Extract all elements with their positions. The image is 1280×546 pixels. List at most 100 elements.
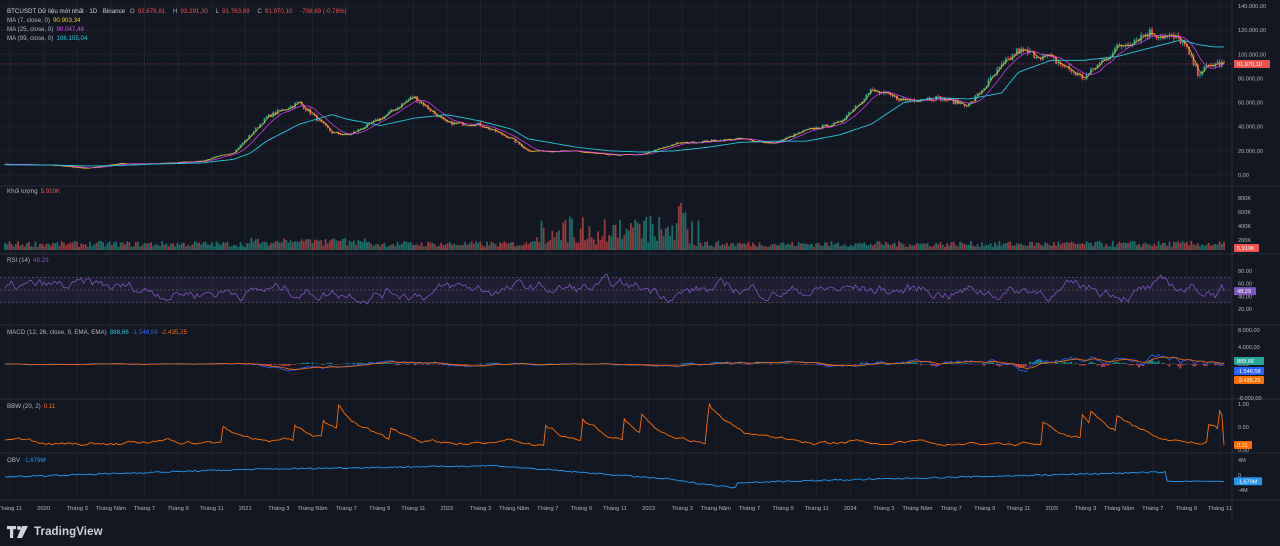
macd-histogram-bar	[1172, 363, 1175, 364]
macd-histogram-bar	[407, 364, 410, 365]
volume-bar	[503, 241, 506, 250]
ma99-legend[interactable]: MA (99, close, 0) 106.105,04	[7, 35, 90, 44]
candle-body	[915, 101, 918, 102]
bbw-legend[interactable]: BBW (20, 2) 0.11	[7, 403, 58, 412]
volume-bar	[930, 246, 933, 250]
volume-bar	[261, 242, 264, 250]
macd-histogram-bar	[403, 363, 405, 364]
volume-bar	[1076, 243, 1079, 250]
volume-bar	[1129, 241, 1132, 250]
candle-body	[937, 95, 940, 97]
volume-bar	[12, 246, 15, 250]
volume-bar	[551, 230, 554, 250]
volume-bar	[250, 237, 253, 250]
volume-bar	[520, 245, 523, 250]
ma7-legend[interactable]: MA (7, close, 0) 90.903,34	[7, 17, 84, 26]
volume-bar	[424, 246, 427, 250]
volume-bar	[1153, 243, 1156, 250]
volume-bar	[71, 242, 74, 250]
obv-tick-label: 4M	[1238, 458, 1246, 464]
volume-bar	[1015, 243, 1018, 250]
chart-canvas[interactable]: 140.000,00120.000,00100.000,0080.000,006…	[0, 0, 1280, 520]
time-axis-label: Tháng 3	[67, 506, 88, 512]
volume-bar	[470, 241, 473, 250]
volume-bar	[1000, 245, 1003, 250]
volume-bar	[686, 228, 689, 250]
volume-bar	[837, 242, 839, 250]
volume-bar	[174, 246, 176, 250]
volume-bar	[895, 246, 898, 250]
volume-bar	[575, 242, 578, 250]
volume-bar	[856, 243, 859, 250]
volume-bar	[623, 235, 626, 250]
tradingview-logo[interactable]: TradingView	[7, 526, 103, 538]
volume-bar	[996, 245, 999, 250]
volume-bar	[113, 242, 115, 250]
volume-bar	[429, 242, 432, 250]
tradingview-chart[interactable]: 140.000,00 120.000,00 100.000,00 80.000,00 6…	[0, 0, 1280, 520]
macd-histogram-bar	[1022, 364, 1025, 368]
volume-bar	[435, 246, 438, 250]
volume-bar	[523, 244, 525, 250]
volume-bar	[1166, 245, 1169, 250]
volume-bar	[117, 246, 120, 250]
rsi-legend[interactable]: RSI (14) 48.29	[7, 257, 52, 266]
macd-histogram-bar	[795, 364, 798, 365]
candle-body	[965, 106, 968, 107]
time-axis-label: Tháng Năm	[1104, 506, 1134, 512]
ma25-legend[interactable]: MA (25, close, 0) 90.047,48	[7, 26, 87, 35]
volume-bar	[126, 241, 129, 250]
volume-bar	[488, 245, 491, 250]
macd-histogram-bar	[1107, 364, 1110, 366]
candle-body	[348, 134, 351, 136]
volume-bar	[459, 245, 462, 250]
time-axis-label: Tháng 11	[805, 506, 829, 512]
macd-histogram-bar	[1166, 364, 1169, 365]
rsi-tick-label: 80.00	[1238, 269, 1252, 275]
macd-histogram-bar	[1109, 364, 1112, 365]
volume-bar	[959, 241, 962, 250]
volume-bar	[887, 243, 890, 250]
macd-histogram-bar	[1153, 361, 1156, 364]
macd-legend[interactable]: MACD (12, 26, close, 9, EMA, EMA) 888,66-…	[7, 329, 190, 338]
macd-histogram-bar	[1131, 364, 1134, 366]
volume-bar	[555, 232, 558, 250]
candle-body	[318, 119, 320, 121]
obv-legend[interactable]: OBV -1,679M	[7, 457, 49, 466]
macd-histogram-bar	[420, 364, 423, 365]
volume-bar	[1116, 244, 1119, 250]
volume-bar	[163, 244, 166, 250]
volume-bar	[1053, 242, 1055, 250]
volume-bar	[826, 242, 829, 250]
macd-histogram-bar	[1214, 364, 1217, 366]
volume-bar	[937, 244, 940, 250]
volume-bar	[691, 221, 693, 250]
volume-bar	[414, 244, 416, 250]
macd-histogram-bar	[1168, 364, 1171, 367]
volume-bar	[667, 226, 669, 250]
symbol-title[interactable]: BTCUSDT Dữ liệu mới nhất · 1D · Binance	[7, 8, 125, 17]
volume-bar	[69, 242, 72, 250]
volume-bar	[619, 219, 621, 250]
volume-bar	[1009, 241, 1012, 250]
candle-body	[989, 77, 992, 80]
time-axis-label: Tháng 11	[401, 506, 425, 512]
macd-histogram-bar	[1120, 363, 1123, 364]
brand-name: TradingView	[34, 526, 103, 538]
volume-bar	[76, 241, 78, 250]
volume-bar	[455, 244, 458, 250]
volume-legend[interactable]: Khối lượng 5,910K	[7, 188, 63, 197]
volume-bar	[590, 237, 593, 250]
volume-bar	[1070, 241, 1073, 250]
volume-bar	[102, 242, 105, 250]
volume-bar	[372, 246, 375, 250]
volume-bar	[326, 243, 329, 250]
volume-bar	[1218, 241, 1221, 250]
macd-histogram-bar	[841, 364, 844, 365]
volume-bar	[1157, 241, 1160, 250]
volume-bar	[141, 245, 144, 250]
macd-histogram-bar	[1100, 364, 1103, 367]
volume-bar	[985, 244, 988, 250]
volume-bar	[736, 243, 739, 250]
macd-histogram-bar	[283, 364, 286, 366]
